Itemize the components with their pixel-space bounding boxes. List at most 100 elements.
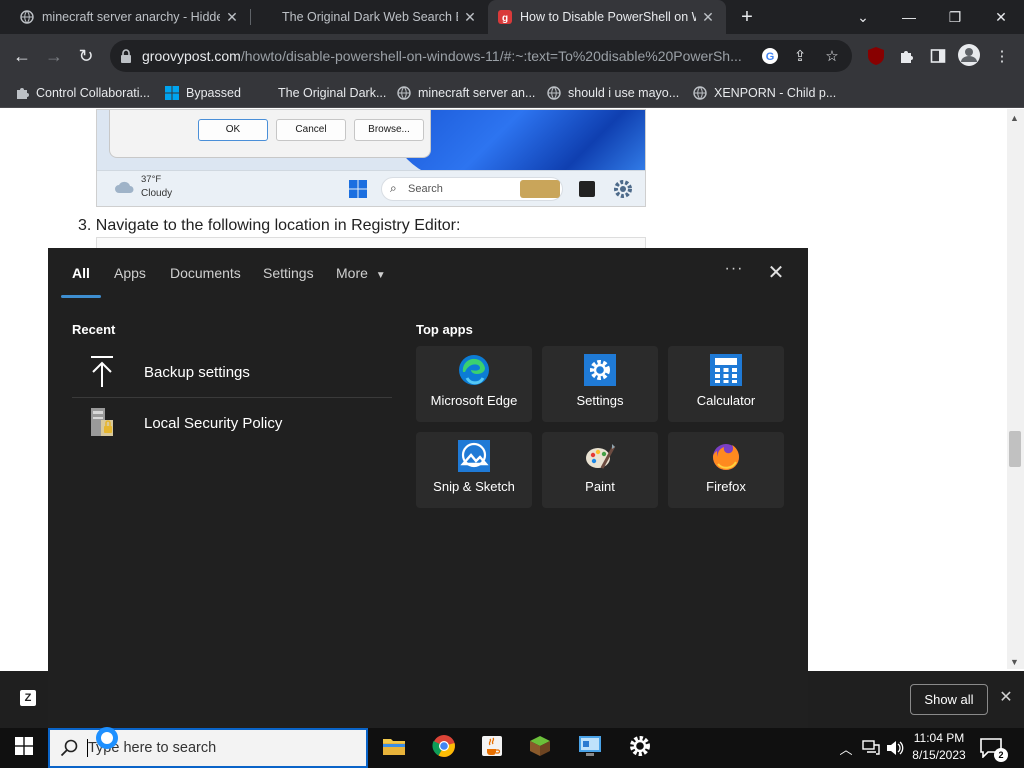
extensions-puzzle-icon[interactable] [896,46,916,66]
tab-dark-web-search[interactable]: The Original Dark Web Search En ✕ [252,0,488,34]
firefox-icon [710,440,742,472]
tab-all[interactable]: All [72,265,90,281]
task-view-icon [579,181,595,197]
tab-title: How to Disable PowerShell on W [520,10,696,24]
globe-icon [546,85,562,101]
url-path: /howto/disable-powershell-on-windows-11/… [240,48,742,64]
start-button[interactable] [0,728,48,768]
bookmark-label: minecraft server an... [418,86,536,100]
taskbar-settings[interactable] [616,728,664,768]
tab-disable-powershell[interactable]: g How to Disable PowerShell on W ✕ [488,0,726,34]
tab-documents[interactable]: Documents [170,265,241,281]
tab-apps[interactable]: Apps [114,265,146,281]
tab-close-icon[interactable]: ✕ [462,9,478,25]
app-tile-microsoft-edge[interactable]: Microsoft Edge [416,346,532,422]
minimize-icon[interactable]: — [886,0,932,34]
system-clock[interactable]: 11:04 PM 8/15/2023 [908,730,970,766]
lock-icon[interactable] [120,49,132,63]
windows-icon [164,85,180,101]
groovypost-favicon-icon: g [498,10,512,24]
taskbar-minecraft[interactable] [516,728,564,768]
weather-temp: 37°F [141,174,162,185]
address-bar[interactable]: groovypost.com/howto/disable-powershell-… [110,40,852,72]
download-file-icon[interactable]: Z [20,690,36,706]
search-icon [60,739,78,757]
bookmark-mayo[interactable]: should i use mayo... [546,82,679,104]
app-tile-calculator[interactable]: Calculator [668,346,784,422]
new-tab-button[interactable]: + [736,6,758,28]
weather-desc: Cloudy [141,188,173,199]
bookmark-bypassed[interactable]: Bypassed [164,82,241,104]
bookmark-original-dark[interactable]: The Original Dark... [278,82,386,104]
bookmark-minecraft-server[interactable]: minecraft server an... [396,82,535,104]
forward-arrow-icon[interactable]: → [42,44,66,68]
taskbar-file-explorer[interactable] [370,728,418,768]
dialog-browse-button: Browse... [354,119,424,141]
bookmark-label: should i use mayo... [568,86,680,100]
back-arrow-icon[interactable]: ← [10,44,34,68]
cortana-icon[interactable] [96,727,118,749]
chevron-down-icon: ▼ [375,270,386,281]
text-cursor [87,739,88,757]
chevron-up-icon[interactable]: ︿ [836,728,856,768]
bookmark-control-collaboration[interactable]: Control Collaborati... [14,82,150,104]
scroll-down-icon[interactable]: ▼ [1010,657,1019,667]
taskbar-chrome[interactable] [420,728,468,768]
volume-icon[interactable] [884,728,906,768]
bookmark-label: Bypassed [186,86,241,100]
network-icon[interactable] [860,728,882,768]
close-icon[interactable]: ✕ [998,688,1014,708]
recent-item-local-security-policy[interactable]: Local Security Policy [72,398,392,448]
show-all-button[interactable]: Show all [910,684,988,715]
recent-item-backup-settings[interactable]: Backup settings [72,347,392,397]
search-input[interactable] [88,730,358,766]
restore-icon[interactable]: ❐ [932,0,978,34]
tab-close-icon[interactable]: ✕ [224,9,240,25]
recent-item-label: Backup settings [144,363,250,381]
security-policy-icon [84,405,120,441]
svg-text:G: G [766,51,775,63]
taskbar-java[interactable] [468,728,516,768]
clock-time: 11:04 PM [913,731,965,745]
bookmark-xenporn[interactable]: XENPORN - Child p... [692,82,836,104]
app-tile-firefox[interactable]: Firefox [668,432,784,508]
article-screenshot-image: OK Cancel Browse... 37°F Cloudy ⌕ Search [96,109,646,207]
app-label: Settings [576,393,624,408]
tab-close-icon[interactable]: ✕ [700,9,716,25]
more-options-icon[interactable]: ··· [724,260,744,280]
tab-settings[interactable]: Settings [263,265,314,281]
profile-avatar-icon[interactable] [958,44,980,66]
scrollbar-thumb[interactable] [1009,431,1021,467]
taskbar-control-panel[interactable] [566,728,614,768]
tab-more[interactable]: More ▼ [336,265,386,281]
app-tile-settings[interactable]: Settings [542,346,658,422]
windows-taskbar: ︿ 11:04 PM 8/15/2023 [0,728,1024,768]
share-icon[interactable]: ⇪ [790,46,810,66]
google-icon[interactable]: G [760,46,780,66]
bookmark-label: The Original Dark... [278,86,387,100]
app-tile-snip-sketch[interactable]: Snip & Sketch [416,432,532,508]
reload-icon[interactable]: ↻ [74,44,98,68]
windows-logo-icon [15,736,33,760]
url-text[interactable]: groovypost.com/howto/disable-powershell-… [142,40,752,72]
tab-minecraft[interactable]: minecraft server anarchy - Hidde ✕ [0,0,250,34]
window-close-icon[interactable]: ✕ [978,0,1024,34]
page-scrollbar[interactable] [1007,109,1024,669]
ublock-extension-icon[interactable] [866,46,886,66]
settings-icon [584,354,616,386]
scroll-up-icon[interactable]: ▲ [1010,113,1019,123]
close-panel-icon[interactable]: ✕ [765,262,787,284]
folder-icon [382,736,406,761]
windows-search-panel: All Apps Documents Settings More ▼ ··· ✕… [48,248,808,728]
windows-icon [349,180,367,198]
app-label: Firefox [706,479,746,494]
bookmark-star-icon[interactable]: ☆ [822,46,842,66]
tab-search-chevron-icon[interactable]: ⌄ [840,0,886,34]
side-panel-icon[interactable] [928,46,948,66]
tab-title: The Original Dark Web Search En [282,10,458,24]
clock-date: 8/15/2023 [912,748,966,762]
app-tile-paint[interactable]: Paint [542,432,658,508]
url-domain: groovypost.com [142,48,241,64]
bookmark-label: XENPORN - Child p... [714,86,837,100]
menu-kebab-icon[interactable]: ⋮ [992,46,1012,66]
